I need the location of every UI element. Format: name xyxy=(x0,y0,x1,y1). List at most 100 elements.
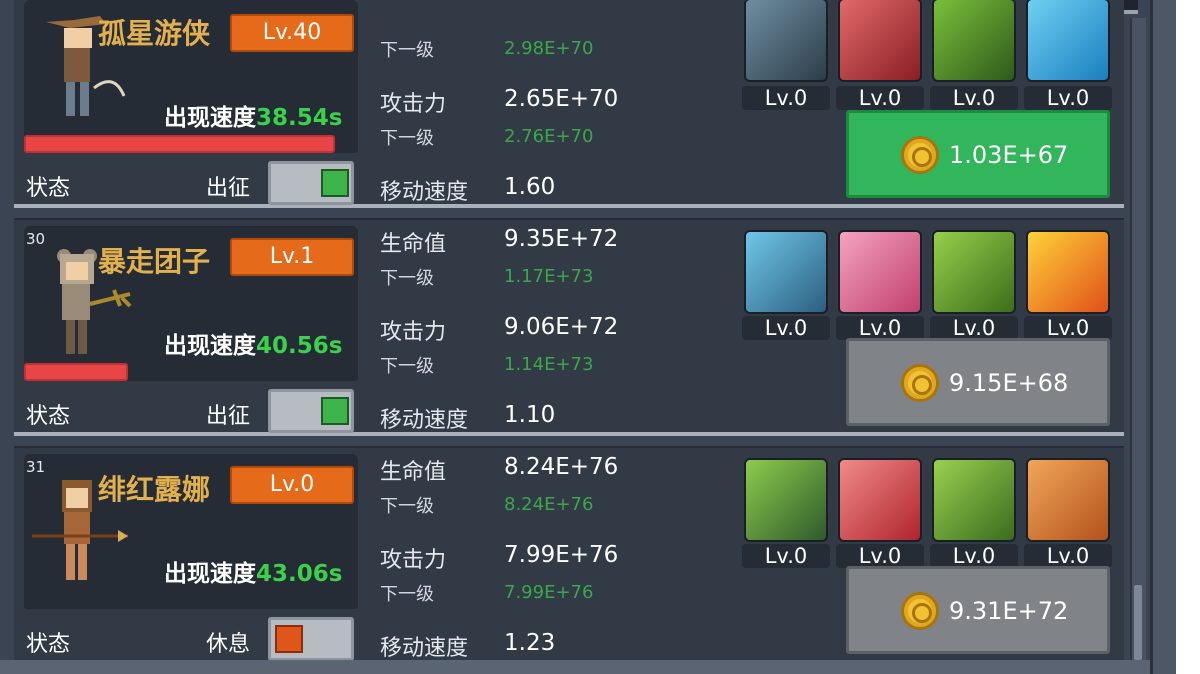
crossbow-skill-icon[interactable] xyxy=(838,0,922,82)
armored-knight-skill-icon[interactable] xyxy=(744,458,828,542)
hp-next-value: 8.24E+76 xyxy=(504,494,594,515)
upgrade-button[interactable]: 1.03E+67 xyxy=(846,110,1110,198)
skill-level: Lv.0 xyxy=(930,316,1018,340)
list-scrollbar[interactable] xyxy=(1130,18,1146,660)
deploy-toggle[interactable] xyxy=(268,389,354,433)
move-speed-value: 1.10 xyxy=(504,402,556,428)
panel-bottom-edge xyxy=(0,660,1150,674)
attack-label: 攻击力 xyxy=(380,92,447,117)
hp-value: 9.35E+72 xyxy=(504,226,619,252)
hp-next-label: 下一级 xyxy=(380,40,434,61)
hero-name: 暴走团子 xyxy=(98,245,211,278)
move-speed-label: 移动速度 xyxy=(380,180,469,205)
skill-level: Lv.0 xyxy=(1024,86,1112,110)
spawn-speed-label: 出现速度 xyxy=(164,105,256,131)
toggle-knob xyxy=(321,169,349,197)
spear-skill-icon[interactable] xyxy=(838,230,922,314)
spawn-speed-label: 出现速度 xyxy=(164,561,256,587)
spawn-speed: 出现速度38.54s xyxy=(164,98,342,132)
attack-label: 攻击力 xyxy=(380,548,447,573)
status-value: 出征 xyxy=(206,404,251,429)
spawn-speed-value: 43.06s xyxy=(256,561,343,587)
gold-coin-icon xyxy=(901,592,939,630)
card-divider xyxy=(14,446,1124,448)
hp-next-value: 1.17E+73 xyxy=(504,266,594,287)
upgrade-price: 1.03E+67 xyxy=(949,141,1069,169)
skill-level: Lv.0 xyxy=(1024,316,1112,340)
hp-label: 生命值 xyxy=(380,232,447,257)
hero-level-badge: Lv.0 xyxy=(230,466,354,504)
stomp-skill-icon[interactable] xyxy=(1026,458,1110,542)
deploy-toggle[interactable] xyxy=(268,617,354,661)
upgrade-price: 9.15E+68 xyxy=(949,369,1069,397)
heal-boot-skill-icon[interactable] xyxy=(1026,0,1110,82)
hp-next-label: 下一级 xyxy=(380,496,434,517)
spawn-speed-value: 38.54s xyxy=(256,105,343,131)
hero-level-badge: Lv.40 xyxy=(230,14,354,52)
boot-kick-skill-icon[interactable] xyxy=(932,0,1016,82)
hero-hp-bar xyxy=(24,363,358,381)
hero-level-badge: Lv.1 xyxy=(230,238,354,276)
skill-level: Lv.0 xyxy=(836,86,924,110)
move-speed-label: 移动速度 xyxy=(380,636,469,661)
upgrade-button[interactable]: 9.15E+68 xyxy=(846,338,1110,426)
attack-value: 9.06E+72 xyxy=(504,314,619,340)
muscle-skill-icon[interactable] xyxy=(932,458,1016,542)
status-value: 出征 xyxy=(206,176,251,201)
skill-level: Lv.0 xyxy=(742,316,830,340)
hp-next-value: 2.98E+70 xyxy=(504,38,594,59)
skill-level: Lv.0 xyxy=(836,316,924,340)
lance-skill-icon[interactable] xyxy=(838,458,922,542)
attack-value: 7.99E+76 xyxy=(504,542,619,568)
hero-hp-bar xyxy=(24,591,358,609)
hp-label: 生命值 xyxy=(380,460,447,485)
attack-next-value: 7.99E+76 xyxy=(504,582,594,603)
card-divider xyxy=(14,218,1124,220)
toggle-knob xyxy=(275,625,303,653)
hp-value: 8.24E+76 xyxy=(504,454,619,480)
skill-level: Lv.0 xyxy=(930,86,1018,110)
hero-hp-fill xyxy=(24,135,335,153)
attack-next-value: 2.76E+70 xyxy=(504,126,594,147)
hero-card: 孤星游侠 Lv.40 出现速度38.54s 状态 出征 下一级 2.98E+70… xyxy=(14,0,1124,208)
hero-hp-fill xyxy=(24,363,128,381)
screen-edge xyxy=(1176,0,1200,674)
attack-next-value: 1.14E+73 xyxy=(504,354,594,375)
hooded-assassin-skill-icon[interactable] xyxy=(744,230,828,314)
attack-label: 攻击力 xyxy=(380,320,447,345)
status-value: 休息 xyxy=(206,632,251,657)
deploy-toggle[interactable] xyxy=(268,161,354,205)
move-speed-label: 移动速度 xyxy=(380,408,469,433)
hero-card: 30 暴走团子 Lv.1 出现速度40.56s 状态 出征 生命值 9.35E+… xyxy=(14,218,1124,436)
shield-slash-skill-icon[interactable] xyxy=(744,0,828,82)
upgrade-button[interactable]: 9.31E+72 xyxy=(846,566,1110,654)
strength-skill-icon[interactable] xyxy=(932,230,1016,314)
move-speed-value: 1.23 xyxy=(504,630,556,656)
hp-next-label: 下一级 xyxy=(380,268,434,289)
move-speed-value: 1.60 xyxy=(504,174,556,200)
spawn-speed-label: 出现速度 xyxy=(164,333,256,359)
scrollbar-thumb[interactable] xyxy=(1134,585,1142,660)
status-label: 状态 xyxy=(26,404,71,429)
gold-coin-icon xyxy=(901,364,939,402)
attack-next-label: 下一级 xyxy=(380,128,434,149)
gold-coin-icon xyxy=(901,136,939,174)
attack-next-label: 下一级 xyxy=(380,584,434,605)
attack-value: 2.65E+70 xyxy=(504,86,619,112)
hero-card: 31 绯红露娜 Lv.0 出现速度43.06s 状态 休息 生命值 8.24E+… xyxy=(14,446,1124,664)
status-label: 状态 xyxy=(26,176,71,201)
toggle-knob xyxy=(321,397,349,425)
skill-level: Lv.0 xyxy=(1024,544,1112,568)
panel-right-border xyxy=(1150,0,1176,674)
hero-name: 孤星游侠 xyxy=(98,17,211,50)
attack-next-label: 下一级 xyxy=(380,356,434,377)
spawn-speed-value: 40.56s xyxy=(256,333,343,359)
hero-name: 绯红露娜 xyxy=(98,473,211,506)
hero-hp-bar xyxy=(24,135,358,153)
skill-level: Lv.0 xyxy=(742,86,830,110)
spawn-speed: 出现速度40.56s xyxy=(164,326,342,360)
fire-boot-skill-icon[interactable] xyxy=(1026,230,1110,314)
skill-level: Lv.0 xyxy=(836,544,924,568)
spawn-speed: 出现速度43.06s xyxy=(164,554,342,588)
skill-level: Lv.0 xyxy=(742,544,830,568)
